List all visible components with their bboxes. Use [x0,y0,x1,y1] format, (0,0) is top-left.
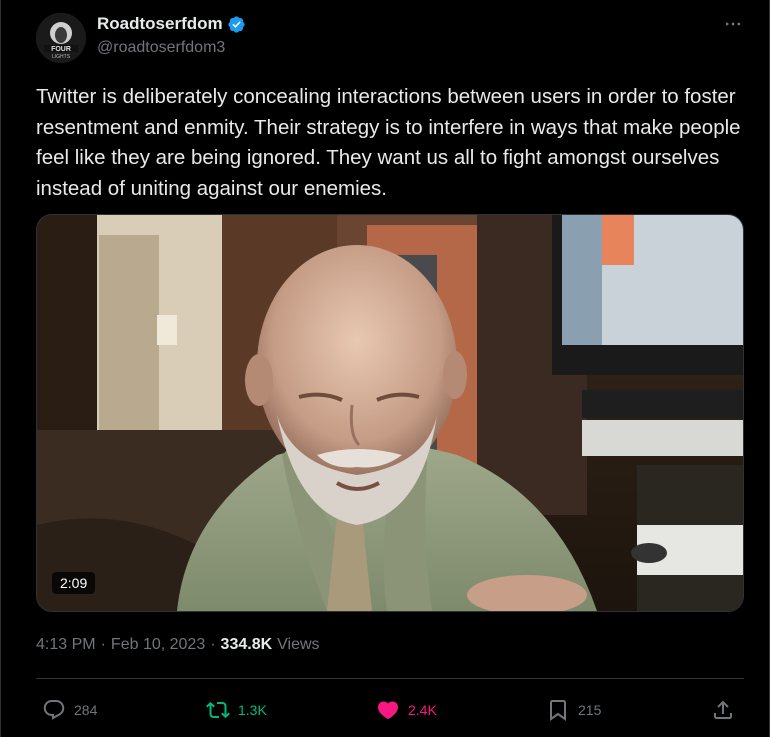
like-count: 2.4K [408,702,437,718]
avatar[interactable]: FOUR LIGHTS [36,13,86,63]
heart-icon [376,698,400,722]
views-count: 334.8K [220,636,273,653]
reply-button[interactable]: 284 [42,690,97,730]
like-button[interactable]: 2.4K [376,690,437,730]
meta-separator: · [100,636,106,653]
share-button[interactable] [711,690,735,730]
bookmark-icon [546,698,570,722]
repost-button[interactable]: 1.3K [206,690,267,730]
handle[interactable]: @roadtoserfdom3 [97,39,225,57]
reply-count: 284 [74,702,98,718]
tweet-text: Twitter is deliberately concealing inter… [36,85,747,200]
share-icon [711,698,735,722]
meta-separator: · [210,636,216,653]
verified-badge-icon[interactable] [227,15,246,34]
views-label: Views [277,636,320,653]
tweet-meta: 4:13 PM · Feb 10, 2023 · 334.8K Views [36,636,320,654]
video-duration-badge: 2:09 [52,572,96,594]
repost-count: 1.3K [238,702,267,718]
avatar-image: FOUR LIGHTS [36,13,86,63]
action-bar: 284 1.3K 2.4K 215 [36,690,744,730]
video-player[interactable]: 2:09 [36,214,744,612]
divider [36,678,744,679]
video-thumbnail [37,215,743,611]
svg-text:FOUR: FOUR [51,46,71,53]
bookmark-count: 215 [578,702,602,718]
display-name[interactable]: Roadtoserfdom [97,14,223,34]
repost-icon [206,698,230,722]
more-options-icon[interactable] [721,12,745,36]
post-time[interactable]: 4:13 PM [36,636,96,654]
reply-icon [42,698,66,722]
svg-text:LIGHTS: LIGHTS [52,54,71,60]
tweet-card: FOUR LIGHTS Roadtoserfdom @roadtoserfdom… [0,0,770,737]
author-name-row: Roadtoserfdom [97,14,246,34]
bookmark-button[interactable]: 215 [546,690,601,730]
post-date[interactable]: Feb 10, 2023 [111,636,205,654]
